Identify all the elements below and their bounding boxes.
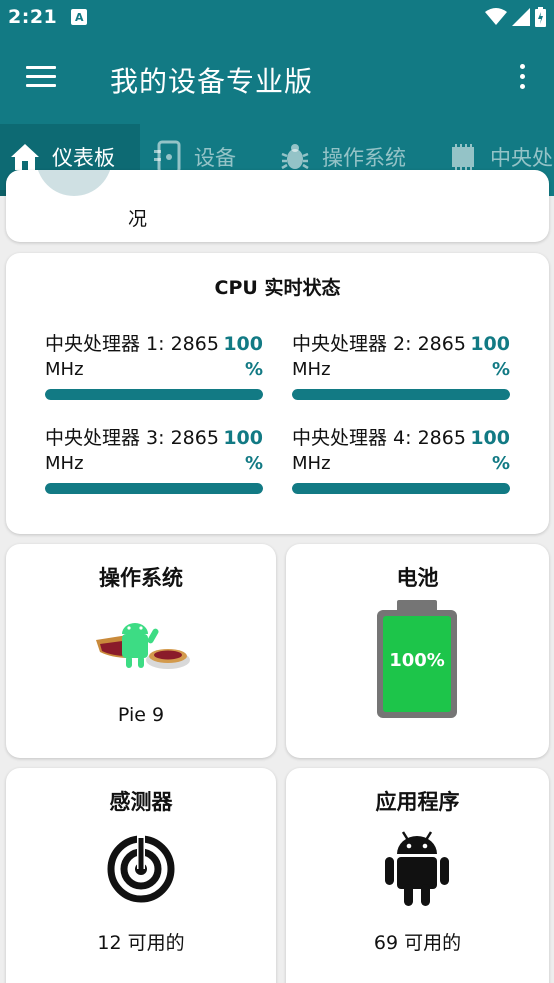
cpu-core-item: 中央处理器 2: 2865 100 MHz%: [292, 331, 510, 400]
cpu-core-progress-bar: [292, 483, 510, 494]
device-icon: [152, 140, 182, 174]
cpu-core-percent: 100: [470, 427, 510, 449]
cpu-core-label: 中央处理器 3: 2865: [45, 427, 219, 449]
os-card-title: 操作系统: [99, 566, 183, 590]
chip-icon: [448, 143, 478, 171]
tab-dashboard-label: 仪表板: [52, 146, 115, 170]
cpu-core-label: 中央处理器 4: 2865: [292, 427, 466, 449]
cpu-core-label: 中央处理器 1: 2865: [45, 333, 219, 355]
battery-card-title: 电池: [396, 566, 439, 590]
partial-card-text: 况: [128, 208, 148, 230]
cpu-core-progress-bar: [45, 389, 263, 400]
android-pie-icon: [96, 623, 190, 669]
apps-card[interactable]: 应用程序 69 可用的: [286, 768, 549, 983]
cpu-core-item: 中央处理器 4: 2865 100 MHz%: [292, 425, 510, 494]
battery-level-text: 100%: [389, 650, 445, 671]
cpu-core-percent-sign: %: [244, 453, 263, 474]
hamburger-menu-icon[interactable]: [26, 66, 56, 90]
status-time: 2:21: [8, 6, 58, 28]
home-icon: [10, 143, 40, 171]
cpu-core-progress-bar: [292, 389, 510, 400]
os-version-value: Pie 9: [117, 704, 165, 726]
sensor-count-value: 12 可用的: [97, 932, 185, 954]
cpu-card-title: CPU 实时状态: [214, 277, 341, 299]
cpu-core-percent-sign: %: [491, 453, 510, 474]
status-icons: [485, 7, 546, 27]
cpu-core-percent-sign: %: [491, 359, 510, 380]
notification-app-icon: A: [71, 9, 88, 25]
cpu-core-percent: 100: [223, 333, 263, 355]
cpu-core-item: 中央处理器 3: 2865 100 MHz%: [45, 425, 263, 494]
partial-circle-icon: [36, 170, 112, 196]
cpu-core-percent-sign: %: [244, 359, 263, 380]
status-bar: 2:21 A: [0, 0, 554, 34]
signal-icon: [512, 8, 530, 26]
tab-device-label: 设备: [194, 146, 236, 170]
wifi-icon: [485, 8, 507, 25]
battery-icon: 100%: [377, 600, 457, 718]
cpu-core-progress-fill: [45, 389, 263, 400]
cpu-core-item: 中央处理器 1: 2865 100 MHz%: [45, 331, 263, 400]
cpu-core-unit: MHz: [45, 359, 84, 380]
cpu-core-unit: MHz: [45, 453, 84, 474]
partial-card[interactable]: 况: [6, 170, 549, 242]
android-icon: [385, 831, 449, 906]
sensor-card[interactable]: 感测器 12 可用的: [6, 768, 276, 983]
battery-status-icon: [535, 7, 546, 27]
tab-os-label: 操作系统: [322, 146, 406, 170]
cpu-core-label: 中央处理器 2: 2865: [292, 333, 466, 355]
cpu-core-percent: 100: [470, 333, 510, 355]
cpu-core-progress-fill: [292, 483, 510, 494]
apps-count-value: 69 可用的: [373, 932, 462, 954]
more-options-icon[interactable]: [514, 64, 530, 94]
app-title: 我的设备专业版: [110, 65, 314, 98]
sensor-card-title: 感测器: [109, 790, 173, 814]
apps-card-title: 应用程序: [375, 790, 460, 814]
tab-cpu-label: 中央处: [490, 146, 553, 170]
battery-card[interactable]: 电池 100%: [286, 544, 549, 758]
cpu-core-progress-bar: [45, 483, 263, 494]
bug-icon: [280, 142, 310, 172]
cpu-core-percent: 100: [223, 427, 263, 449]
app-bar: 我的设备专业版: [0, 34, 554, 124]
cpu-core-progress-fill: [45, 483, 263, 494]
cpu-core-progress-fill: [292, 389, 510, 400]
cpu-core-unit: MHz: [292, 359, 331, 380]
cpu-core-unit: MHz: [292, 453, 331, 474]
cpu-status-card[interactable]: CPU 实时状态 中央处理器 1: 2865 100 MHz% 中央处理器 2: …: [6, 253, 549, 534]
radar-icon: [107, 834, 175, 903]
os-card[interactable]: 操作系统 Pie 9: [6, 544, 276, 758]
